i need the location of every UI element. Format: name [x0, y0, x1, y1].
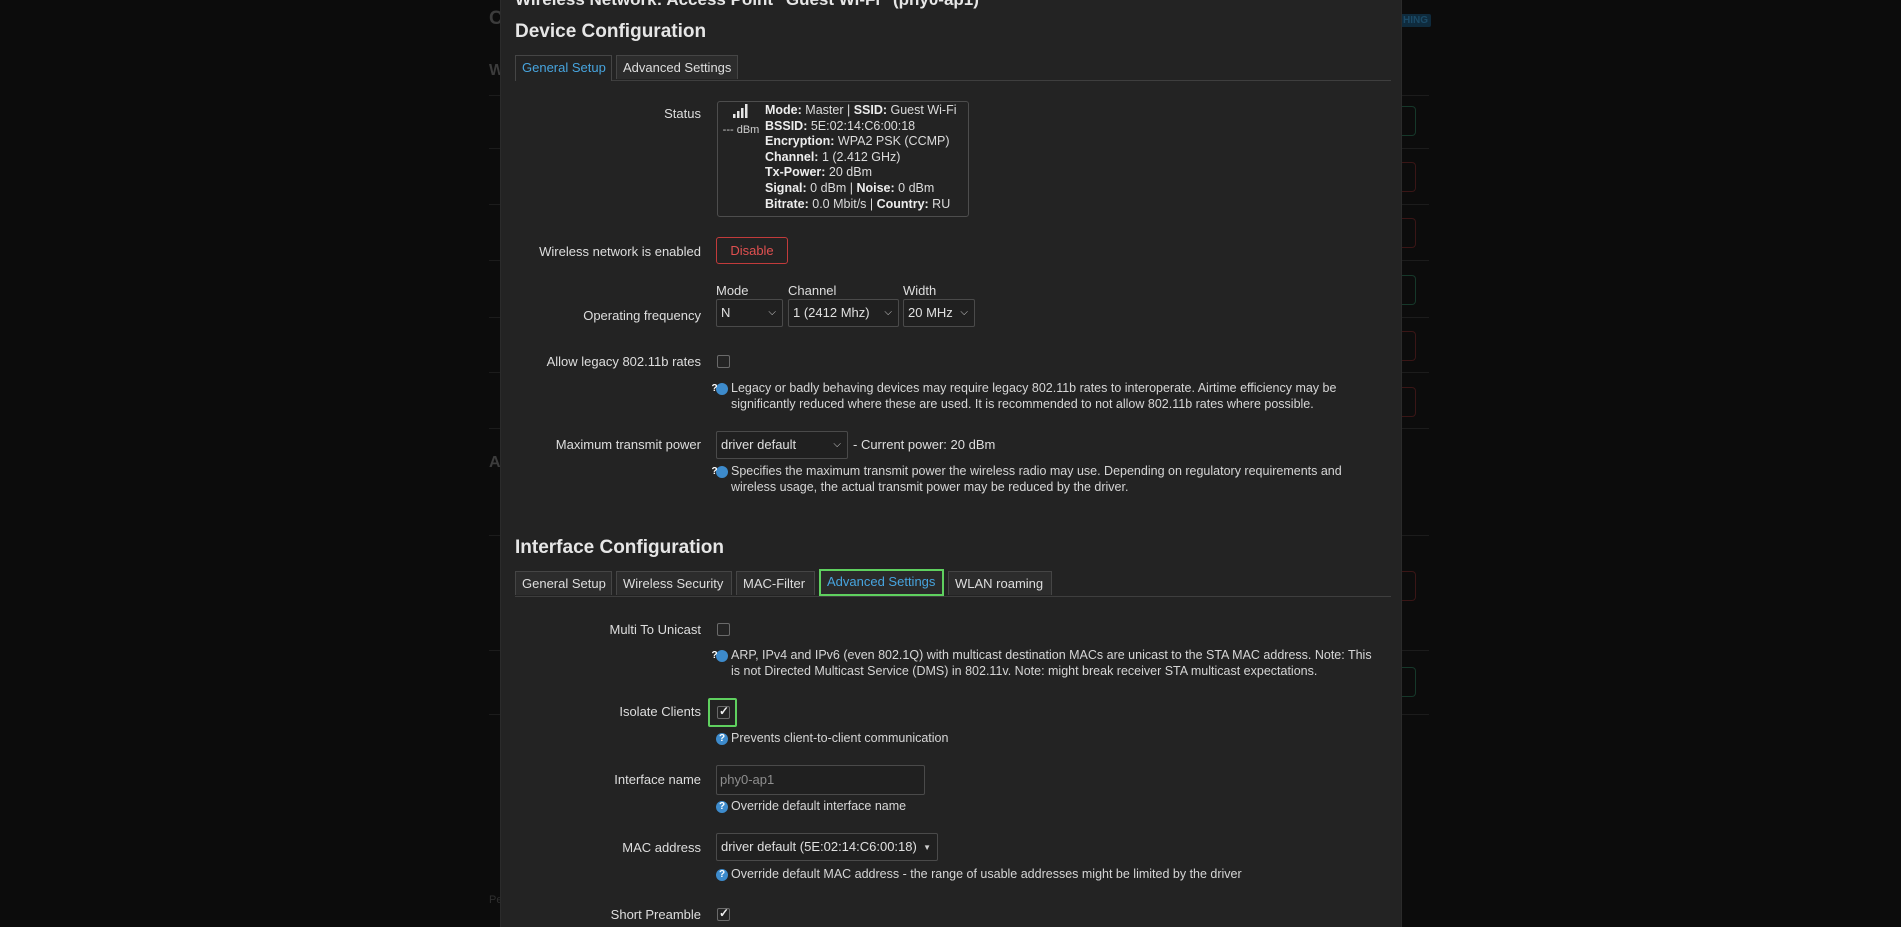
chevron-down-icon: ⌵ [768, 307, 776, 318]
short-preamble-label: Short Preamble [610, 907, 701, 922]
mode-select[interactable]: N ⌵ [716, 299, 783, 327]
device-tabs: General Setup Advanced Settings [515, 55, 1391, 81]
tab-wlan-roaming[interactable]: WLAN roaming [948, 571, 1052, 595]
background-button [1401, 218, 1416, 248]
chevron-down-icon: ⌵ [884, 307, 892, 318]
multicast-checkbox[interactable] [717, 623, 730, 636]
signal-indicator: --- dBm [722, 104, 760, 136]
background-button [1401, 106, 1416, 136]
help-icon: ? [716, 869, 728, 881]
device-configuration-title: Device Configuration [515, 21, 707, 42]
status-line-signal: Signal: 0 dBm | Noise: 0 dBm [765, 180, 935, 195]
background-button [1401, 667, 1416, 697]
status-line-bssid: BSSID: 5E:02:14:C6:00:18 [765, 118, 916, 133]
status-details: Mode: Master | SSID: Guest Wi-Fi BSSID: … [765, 103, 956, 212]
width-select[interactable]: 20 MHz ⌵ [903, 299, 975, 327]
interface-name-hint: ? Override default interface name [716, 798, 1366, 814]
background-button [1401, 331, 1416, 361]
current-power-text: - Current power: 20 dBm [853, 437, 996, 452]
help-icon: ? [711, 650, 728, 662]
help-icon: ? [716, 733, 728, 745]
status-panel: --- dBm Mode: Master | SSID: Guest Wi-Fi… [717, 101, 969, 217]
status-line-txpower: Tx-Power: 20 dBm [765, 165, 872, 180]
caret-down-icon: ▼ [923, 843, 931, 852]
tab-advanced-settings[interactable]: Advanced Settings [616, 55, 738, 79]
status-line-encryption: Encryption: WPA2 PSK (CCMP) [765, 134, 950, 149]
signal-dbm: --- dBm [722, 124, 760, 136]
isolate-clients-hint: ? Prevents client-to-client communication [716, 730, 1366, 746]
wireless-network-modal: Wireless Network: Access Point "Guest Wi… [500, 0, 1402, 927]
background-button [1401, 387, 1416, 417]
tab-general-setup[interactable]: General Setup [515, 55, 612, 81]
background-badge: HING [1400, 14, 1431, 27]
legacy-rates-hint: ? Legacy or badly behaving devices may re… [711, 381, 1337, 411]
legacy-rates-checkbox[interactable] [717, 355, 730, 368]
txpower-select[interactable]: driver default ⌵ [716, 431, 848, 459]
mac-address-select[interactable]: driver default (5E:02:14:C6:00:18) ▼ [716, 833, 938, 861]
status-line-bitrate: Bitrate: 0.0 Mbit/s | Country: RU [765, 196, 951, 211]
chevron-down-icon: ⌵ [833, 439, 841, 450]
background-button [1401, 275, 1416, 305]
interface-tabs: General Setup Wireless Security MAC-Filt… [515, 569, 1391, 597]
txpower-hint: ? Specifies the maximum transmit power th… [711, 464, 1342, 494]
frequency-label: Operating frequency [583, 308, 701, 323]
channel-sublabel: Channel [788, 283, 837, 298]
status-line-mode: Mode: Master | SSID: Guest Wi-Fi [765, 103, 957, 117]
chevron-down-icon: ⌵ [960, 307, 968, 318]
interface-name-label: Interface name [614, 772, 701, 787]
status-line-channel: Channel: 1 (2.412 GHz) [765, 149, 901, 164]
mode-sublabel: Mode [716, 283, 749, 298]
help-icon: ? [711, 466, 728, 478]
help-icon: ? [716, 801, 728, 813]
tab-mac-filter[interactable]: MAC-Filter [736, 571, 815, 595]
signal-bars-icon [733, 104, 748, 118]
interface-configuration-title: Interface Configuration [515, 537, 725, 558]
status-label: Status [664, 106, 701, 121]
multicast-hint: ? ARP, IPv4 and IPv6 (even 802.1Q) with m… [711, 648, 1372, 678]
legacy-rates-label: Allow legacy 802.11b rates [546, 354, 701, 369]
isolate-clients-checkbox[interactable] [717, 704, 730, 719]
modal-title: Wireless Network: Access Point "Guest Wi… [515, 0, 979, 10]
channel-select[interactable]: 1 (2412 Mhz) ⌵ [788, 299, 899, 327]
background-subheading-2: A [489, 454, 501, 471]
enabled-label: Wireless network is enabled [539, 244, 701, 259]
tab-advanced-settings[interactable]: Advanced Settings [819, 569, 944, 596]
mac-address-hint: ? Override default MAC address - the rang… [716, 866, 1366, 882]
width-sublabel: Width [903, 283, 937, 298]
multicast-label: Multi To Unicast [609, 622, 701, 637]
short-preamble-checkbox[interactable] [717, 906, 730, 921]
txpower-label: Maximum transmit power [555, 437, 701, 452]
tab-general-setup[interactable]: General Setup [515, 571, 612, 595]
interface-name-input[interactable]: phy0-ap1 [716, 765, 925, 795]
help-icon: ? [711, 383, 728, 395]
background-button [1401, 571, 1416, 601]
isolate-clients-label: Isolate Clients [619, 704, 701, 719]
tab-wireless-security[interactable]: Wireless Security [616, 571, 732, 595]
background-button [1401, 162, 1416, 192]
mac-address-label: MAC address [622, 840, 701, 855]
disable-button[interactable]: Disable [716, 237, 788, 264]
